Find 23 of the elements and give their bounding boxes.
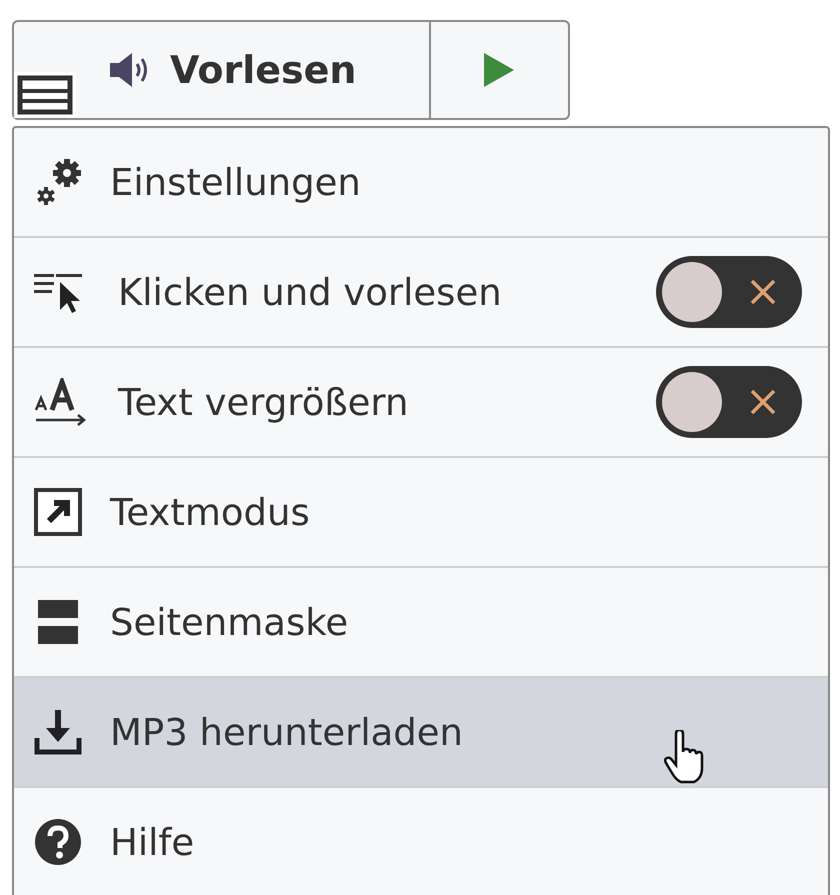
menu-item-label: Textmodus: [110, 490, 311, 534]
menu-item[interactable]: Hilfe: [14, 788, 828, 895]
menu-item[interactable]: MP3 herunterladen: [14, 678, 828, 788]
play-icon: [484, 53, 514, 87]
menu-item[interactable]: Einstellungen: [14, 128, 828, 238]
menu-item[interactable]: Text vergrößern: [14, 348, 828, 458]
x-icon: [748, 387, 778, 417]
menu-item-label: MP3 herunterladen: [110, 710, 464, 754]
hand-cursor-icon: [664, 730, 704, 784]
play-button[interactable]: [430, 20, 570, 120]
menu-icon[interactable]: [14, 72, 76, 118]
download-icon: [34, 708, 82, 756]
gears-icon: [34, 158, 82, 206]
read-aloud-button[interactable]: Vorlesen: [12, 20, 430, 120]
menu-item[interactable]: Textmodus: [14, 458, 828, 568]
menu-item[interactable]: Klicken und vorlesen: [14, 238, 828, 348]
help-icon: [34, 818, 82, 866]
menu-item-label: Text vergrößern: [118, 380, 410, 424]
menu-item-label: Klicken und vorlesen: [118, 270, 503, 314]
menu-item-label: Einstellungen: [110, 160, 362, 204]
menu-item-label: Seitenmaske: [110, 600, 350, 644]
menu-item-label: Hilfe: [110, 820, 196, 864]
x-icon: [748, 277, 778, 307]
